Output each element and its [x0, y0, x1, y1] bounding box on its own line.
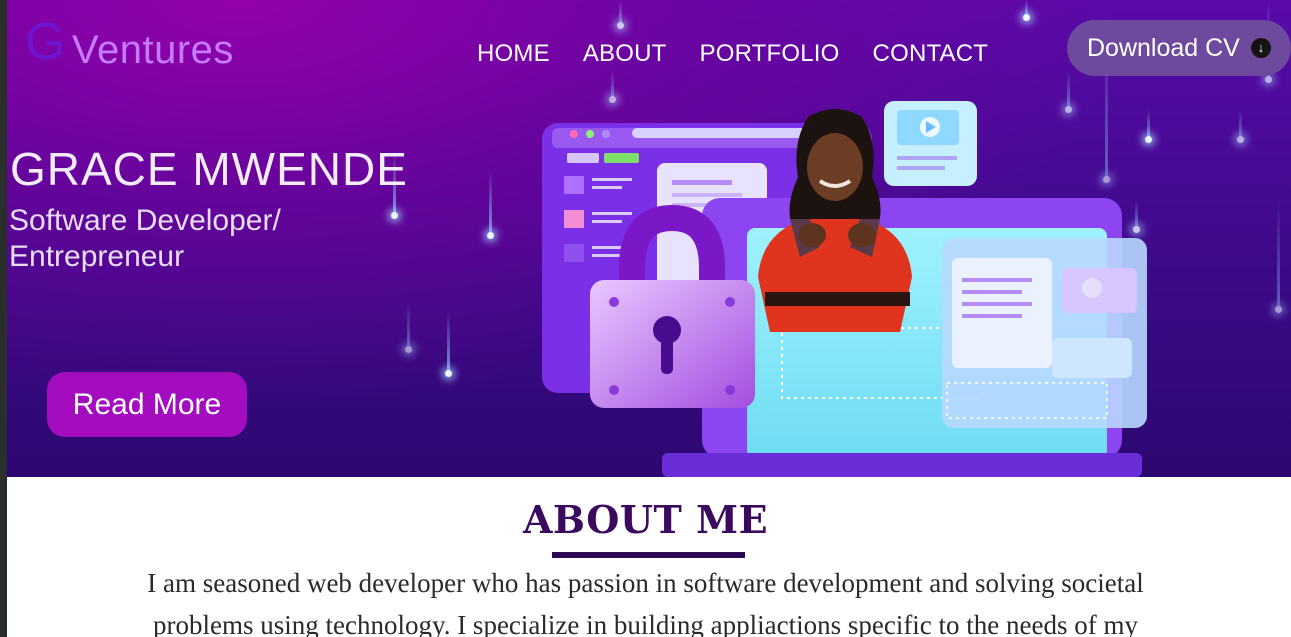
read-more-button[interactable]: Read More — [47, 372, 247, 437]
light-beam-decoration — [609, 70, 616, 103]
download-cv-button[interactable]: Download CV ↓ — [1067, 20, 1291, 76]
light-beam-decoration — [1237, 110, 1244, 143]
about-title-underline — [552, 552, 745, 558]
light-beam-decoration — [1023, 0, 1030, 21]
light-beam-decoration — [1275, 200, 1282, 313]
light-beam-decoration — [487, 170, 494, 239]
nav-contact[interactable]: CONTACT — [873, 40, 989, 68]
about-title: ABOUT ME — [522, 497, 769, 542]
download-cv-label: Download CV — [1087, 33, 1240, 62]
light-beam-decoration — [445, 310, 452, 377]
nav-home[interactable]: HOME — [477, 40, 550, 68]
logo-name: Ventures — [72, 28, 234, 72]
hero-role: Software Developer/ Entrepreneur — [9, 204, 281, 273]
download-icon: ↓ — [1251, 38, 1271, 58]
nav-portfolio[interactable]: PORTFOLIO — [700, 40, 840, 68]
main-nav: HOME ABOUT PORTFOLIO CONTACT — [477, 40, 988, 68]
nav-about[interactable]: ABOUT — [583, 40, 667, 68]
logo-letter: G — [25, 13, 66, 71]
light-beam-decoration — [405, 300, 412, 353]
hero-name: GRACE MWENDE — [10, 143, 408, 195]
hero-section: G Ventures HOME ABOUT PORTFOLIO CONTACT … — [7, 0, 1291, 477]
profile-photo — [758, 109, 912, 332]
light-beam-decoration — [617, 0, 624, 29]
about-text: I am seasoned web developer who has pass… — [147, 568, 1144, 637]
